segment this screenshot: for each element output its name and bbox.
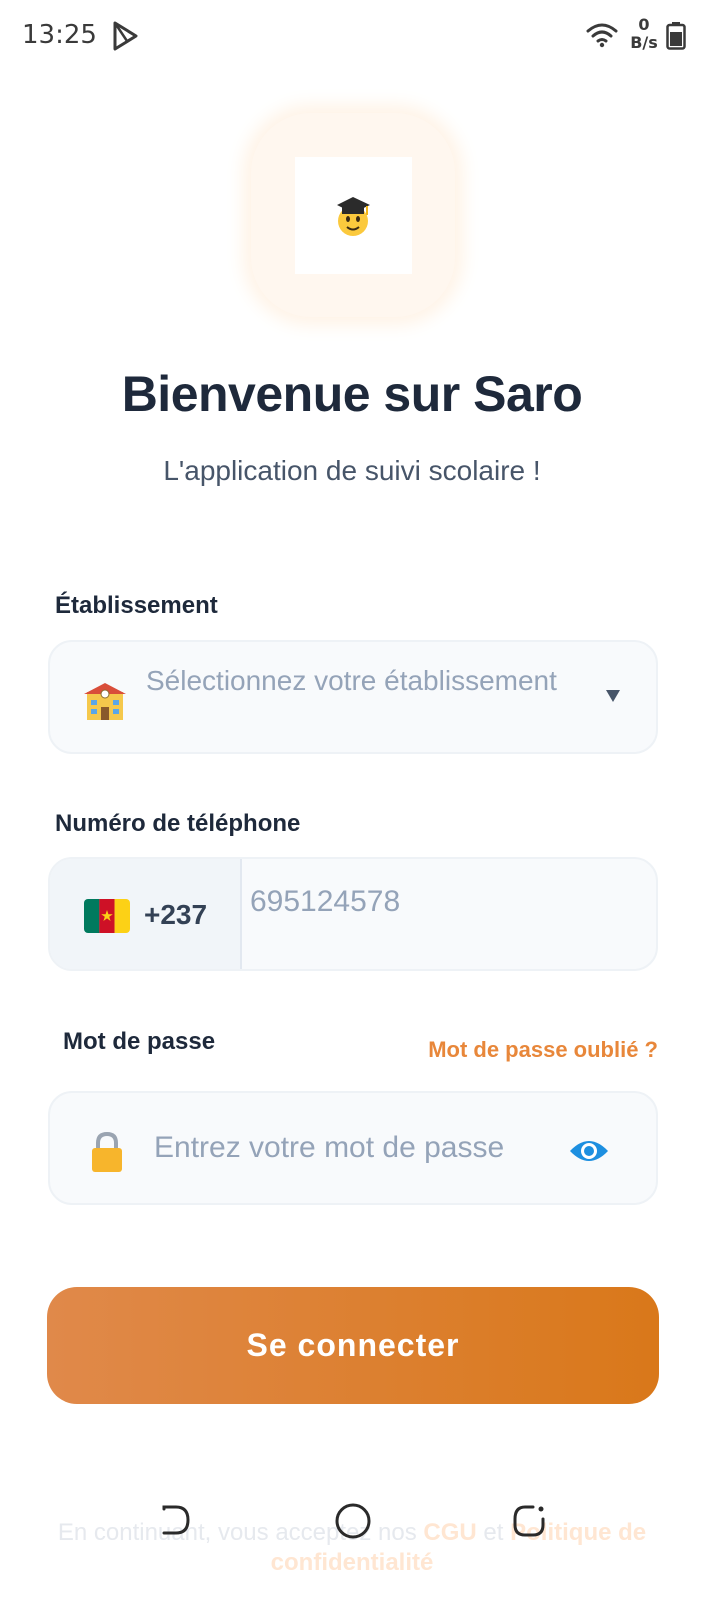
terms-middle: et: [476, 1519, 511, 1546]
password-input[interactable]: [154, 1131, 554, 1165]
school-select[interactable]: Sélectionnez votre établissement: [48, 640, 658, 754]
school-building-icon: [84, 683, 126, 720]
page-subtitle: L'application de suivi scolaire !: [163, 455, 541, 486]
network-speed: 0 B/s: [624, 16, 664, 52]
student-graduation-cap-icon: [337, 197, 370, 236]
logo: [295, 157, 412, 274]
nav-back-icon[interactable]: [158, 1503, 192, 1537]
network-speed-value: 0: [638, 15, 650, 34]
cameroon-flag-icon: [84, 899, 130, 933]
status-bar: 13:25 0 B/s: [0, 0, 720, 72]
country-code: +237: [144, 899, 208, 930]
lock-icon: [92, 1131, 122, 1172]
country-code-selector[interactable]: +237: [50, 859, 242, 969]
school-select-placeholder: Sélectionnez votre établissement: [146, 665, 557, 696]
school-label: Établissement: [55, 592, 218, 619]
page-title: Bienvenue sur Saro: [121, 366, 583, 422]
nav-home-icon[interactable]: [334, 1502, 372, 1540]
wifi-icon: [586, 23, 618, 48]
chevron-down-icon[interactable]: [606, 690, 620, 702]
play-store-icon: [113, 21, 138, 51]
password-field: [48, 1091, 658, 1205]
login-button[interactable]: Se connecter: [47, 1287, 659, 1404]
battery-icon: [666, 22, 686, 50]
phone-label: Numéro de téléphone: [55, 810, 301, 837]
cgu-link[interactable]: CGU: [423, 1519, 476, 1546]
phone-input[interactable]: [250, 885, 640, 919]
network-speed-unit: B/s: [630, 33, 658, 52]
status-time: 13:25: [22, 20, 97, 50]
nav-recents-icon[interactable]: [511, 1503, 547, 1539]
forgot-password-link[interactable]: Mot de passe oublié ?: [380, 1037, 658, 1063]
eye-icon[interactable]: [568, 1137, 610, 1165]
password-label: Mot de passe: [63, 1028, 216, 1055]
phone-field: +237: [48, 857, 658, 971]
